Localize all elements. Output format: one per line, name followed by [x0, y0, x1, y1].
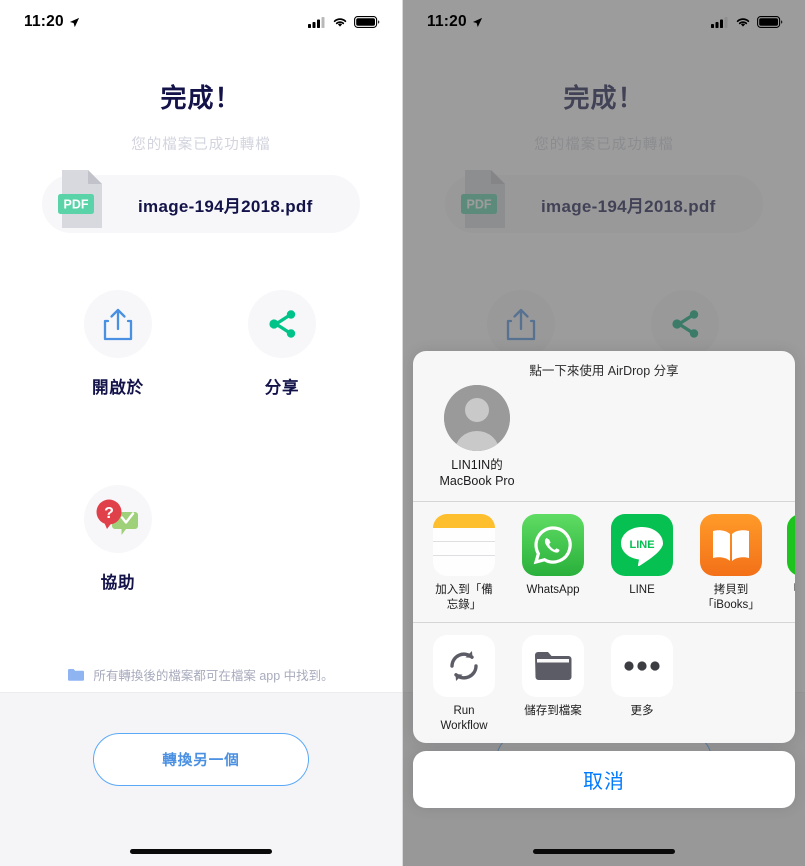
- bottom-bar: 轉換另一個: [0, 692, 402, 866]
- share-action-more[interactable]: 更多: [609, 635, 675, 734]
- status-bar-right-panel: 11:20: [403, 0, 805, 44]
- share-action-save-to-files[interactable]: 儲存到檔案: [520, 635, 586, 734]
- main-content: 完成！ 您的檔案已成功轉檔 PDF image-194月2018.pdf 開啟於…: [0, 0, 402, 866]
- airdrop-contact-name: LIN1IN的 MacBook Pro: [439, 458, 515, 488]
- wifi-icon: [736, 18, 750, 27]
- open-in-share-icon: [84, 290, 152, 358]
- share-apps-row: 加入到「備 忘錄」 WhatsApp LINE LINE 拷貝到 「iBooks…: [413, 502, 795, 622]
- share-action-label: 儲存到檔案: [524, 705, 582, 718]
- share-app-wechat[interactable]: 「: [787, 514, 795, 613]
- battery-icon: [354, 16, 380, 28]
- share-app-label: LINE: [629, 584, 655, 597]
- share-app-label: 「: [787, 583, 795, 598]
- share-app-label: WhatsApp: [526, 584, 580, 597]
- help-label: 協助: [100, 574, 136, 592]
- share-app-notes[interactable]: 加入到「備 忘錄」: [431, 514, 497, 613]
- help-chat-icon: ?: [84, 485, 152, 553]
- share-sheet: 點一下來使用 AirDrop 分享 LIN1IN的 MacBook Pro 加入…: [413, 351, 795, 808]
- share-button[interactable]: 分享: [248, 290, 316, 398]
- save-to-files-folder-icon: [522, 635, 584, 698]
- airdrop-contacts-row: LIN1IN的 MacBook Pro: [413, 381, 795, 501]
- airdrop-contact[interactable]: LIN1IN的 MacBook Pro: [431, 385, 523, 489]
- whatsapp-app-icon: [522, 514, 584, 577]
- share-sheet-card: 點一下來使用 AirDrop 分享 LIN1IN的 MacBook Pro 加入…: [413, 351, 795, 743]
- share-action-label: 更多: [630, 705, 654, 718]
- wifi-icon: [333, 18, 347, 27]
- status-bar-right-right-panel: [711, 16, 783, 28]
- share-action-label: Run Workflow: [440, 705, 488, 733]
- share-label: 分享: [264, 379, 300, 397]
- phone-panel-left: 11:20 完成！ 您的檔案已成功轉檔 PDF image-194月2018.p…: [0, 0, 402, 866]
- share-app-label: 拷貝到 「iBooks」: [702, 584, 760, 612]
- phone-panel-right: 完成！ 您的檔案已成功轉檔 PDF image-194月2018.pdf: [402, 0, 805, 866]
- status-bar-left-right-panel: 11:20: [427, 13, 483, 31]
- page-subtitle: 您的檔案已成功轉檔: [131, 137, 271, 153]
- folder-icon: [68, 669, 85, 681]
- status-bar-right: [308, 16, 380, 28]
- file-card[interactable]: PDF image-194月2018.pdf: [42, 170, 360, 233]
- location-arrow-icon: [472, 17, 482, 27]
- line-app-icon: LINE: [611, 514, 673, 577]
- share-app-label: 加入到「備 忘錄」: [435, 584, 493, 612]
- share-app-ibooks[interactable]: 拷貝到 「iBooks」: [698, 514, 764, 613]
- status-time-right: 11:20: [427, 13, 467, 30]
- cancel-button[interactable]: 取消: [413, 751, 795, 808]
- ibooks-app-icon: [700, 514, 762, 577]
- svg-text:?: ?: [104, 505, 114, 522]
- open-in-button[interactable]: 開啟於: [84, 290, 152, 398]
- share-network-icon: [248, 290, 316, 358]
- notes-app-icon: [433, 514, 495, 577]
- wechat-app-icon: [787, 514, 795, 577]
- share-app-whatsapp[interactable]: WhatsApp: [520, 514, 586, 613]
- refresh-circular-icon: [433, 635, 495, 698]
- share-app-line[interactable]: LINE LINE: [609, 514, 675, 613]
- status-time: 11:20: [24, 13, 64, 30]
- battery-icon: [757, 16, 783, 28]
- pdf-file-icon: PDF: [58, 168, 108, 230]
- cellular-signal-icon: [308, 17, 325, 28]
- screenshot-stage: 11:20 完成！ 您的檔案已成功轉檔 PDF image-194月2018.p…: [0, 0, 805, 866]
- share-action-run-workflow[interactable]: Run Workflow: [431, 635, 497, 734]
- home-indicator-right[interactable]: [533, 849, 675, 854]
- svg-text:LINE: LINE: [629, 539, 654, 551]
- home-indicator[interactable]: [130, 849, 272, 854]
- status-bar: 11:20: [0, 0, 402, 44]
- svg-text:PDF: PDF: [64, 198, 89, 212]
- help-button[interactable]: ? 協助: [84, 485, 152, 593]
- more-ellipsis-icon: [611, 635, 673, 698]
- airdrop-title: 點一下來使用 AirDrop 分享: [529, 364, 679, 378]
- status-bar-left: 11:20: [24, 13, 80, 31]
- files-app-note-text: 所有轉換後的檔案都可在檔案 app 中找到。: [93, 669, 334, 683]
- cellular-signal-icon: [711, 17, 728, 28]
- files-app-note: 所有轉換後的檔案都可在檔案 app 中找到。: [0, 665, 402, 684]
- share-actions-row: Run Workflow 儲存到檔案 更多: [413, 623, 795, 743]
- person-avatar-icon: [444, 385, 510, 451]
- convert-another-button[interactable]: 轉換另一個: [93, 733, 309, 786]
- page-title: 完成！: [160, 83, 242, 113]
- file-name: image-194月2018.pdf: [138, 196, 313, 216]
- open-in-label: 開啟於: [92, 379, 144, 397]
- location-arrow-icon: [69, 17, 79, 27]
